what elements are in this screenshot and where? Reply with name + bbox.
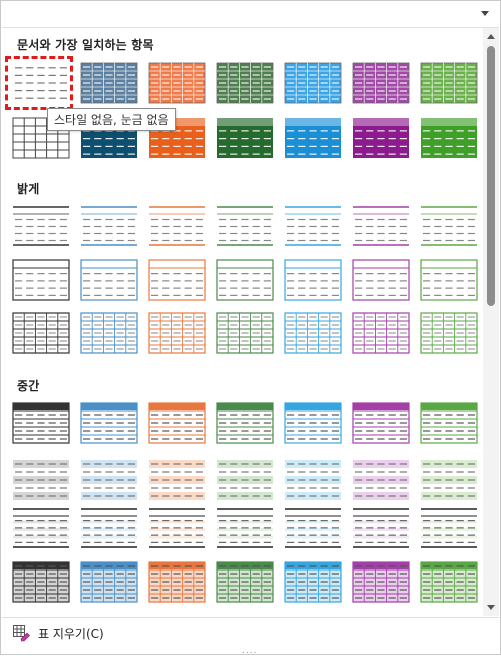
table-style-thumb[interactable]: [80, 507, 138, 549]
table-style-thumb[interactable]: [284, 205, 342, 247]
table-style-thumb[interactable]: [216, 561, 274, 603]
style-tooltip: 스타일 없음, 눈금 없음: [47, 108, 176, 131]
table-style-thumb[interactable]: [420, 205, 478, 247]
table-style-thumb[interactable]: [284, 402, 342, 444]
vertical-scrollbar[interactable]: [483, 28, 499, 616]
table-style-thumb[interactable]: [284, 117, 342, 159]
table-style-thumb[interactable]: [420, 259, 478, 301]
chevron-down-icon[interactable]: [481, 11, 489, 16]
table-style-thumb[interactable]: [12, 459, 70, 501]
table-style-thumb[interactable]: [352, 117, 410, 159]
table-style-thumb[interactable]: [148, 259, 206, 301]
table-style-thumb[interactable]: [216, 459, 274, 501]
table-style-thumb[interactable]: [284, 561, 342, 603]
table-style-thumb[interactable]: [80, 561, 138, 603]
table-style-thumb[interactable]: [148, 507, 206, 549]
table-style-thumb[interactable]: [284, 459, 342, 501]
table-style-thumb[interactable]: [352, 205, 410, 247]
arrow-down-icon[interactable]: [487, 605, 495, 610]
table-style-thumb[interactable]: [12, 402, 70, 444]
table-style-thumb[interactable]: [420, 117, 478, 159]
table-style-thumb[interactable]: [80, 459, 138, 501]
table-style-thumb[interactable]: [12, 259, 70, 301]
table-style-thumb[interactable]: [216, 402, 274, 444]
table-style-thumb[interactable]: [284, 312, 342, 354]
table-style-thumb[interactable]: [12, 205, 70, 247]
gallery-top-bar: [2, 2, 499, 28]
section-title-medium: 중간: [17, 379, 40, 393]
table-style-thumb[interactable]: [352, 507, 410, 549]
table-style-thumb[interactable]: [80, 62, 138, 104]
table-style-thumb[interactable]: [352, 561, 410, 603]
table-style-thumb[interactable]: [148, 312, 206, 354]
table-style-gallery: 문서와 가장 일치하는 항목 밝게 중간 스타일 없음, 눈금 없음 표 지우기…: [0, 0, 501, 656]
table-style-thumb[interactable]: [216, 507, 274, 549]
table-style-thumb[interactable]: [80, 312, 138, 354]
table-style-thumb[interactable]: [216, 259, 274, 301]
table-style-thumb[interactable]: [352, 402, 410, 444]
table-style-thumb[interactable]: [80, 402, 138, 444]
table-style-thumb[interactable]: [420, 507, 478, 549]
table-style-thumb[interactable]: [420, 561, 478, 603]
table-style-thumb[interactable]: [420, 459, 478, 501]
table-style-thumb[interactable]: [148, 402, 206, 444]
clear-table-label: 표 지우기(C): [38, 626, 104, 641]
table-style-thumb[interactable]: [148, 561, 206, 603]
table-style-thumb[interactable]: [352, 259, 410, 301]
section-title-match: 문서와 가장 일치하는 항목: [17, 38, 154, 52]
table-eraser-icon: [13, 625, 30, 642]
table-style-thumb[interactable]: [148, 459, 206, 501]
scrollbar-thumb[interactable]: [487, 46, 495, 306]
gallery-footer: 표 지우기(C): [2, 617, 499, 648]
gallery-scroll-area: 문서와 가장 일치하는 항목 밝게 중간 스타일 없음, 눈금 없음: [1, 28, 483, 616]
clear-table-button[interactable]: 표 지우기(C): [12, 623, 104, 643]
table-style-thumb[interactable]: [12, 561, 70, 603]
table-style-thumb[interactable]: [216, 62, 274, 104]
table-style-thumb[interactable]: [216, 117, 274, 159]
table-style-thumb[interactable]: [148, 205, 206, 247]
table-style-thumb[interactable]: [420, 62, 478, 104]
table-style-thumb[interactable]: [148, 62, 206, 104]
table-style-thumb[interactable]: [352, 62, 410, 104]
table-style-thumb[interactable]: [420, 402, 478, 444]
table-style-thumb[interactable]: [216, 312, 274, 354]
table-style-thumb[interactable]: [80, 259, 138, 301]
table-style-thumb[interactable]: [12, 312, 70, 354]
table-style-thumb[interactable]: [352, 459, 410, 501]
arrow-up-icon[interactable]: [487, 34, 495, 39]
section-title-light: 밝게: [17, 182, 40, 196]
table-style-thumb[interactable]: [352, 312, 410, 354]
table-style-thumb[interactable]: [12, 507, 70, 549]
table-style-thumb[interactable]: [80, 205, 138, 247]
table-style-thumb[interactable]: [216, 205, 274, 247]
table-style-thumb[interactable]: [420, 312, 478, 354]
table-style-thumb[interactable]: [284, 62, 342, 104]
table-style-thumb[interactable]: [284, 507, 342, 549]
table-style-thumb[interactable]: [284, 259, 342, 301]
table-style-thumb[interactable]: [12, 62, 70, 104]
